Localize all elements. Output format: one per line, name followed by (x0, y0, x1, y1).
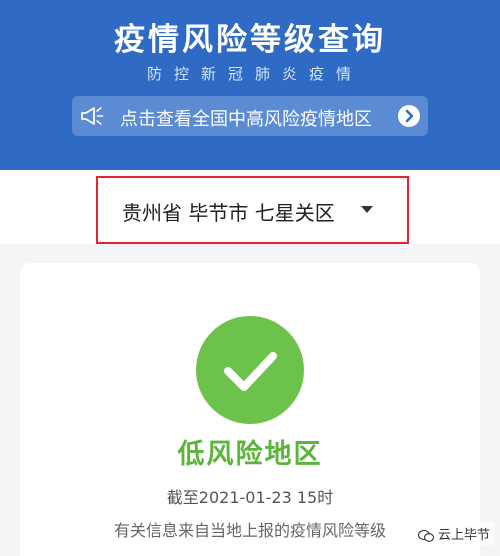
wechat-icon (417, 529, 434, 542)
watermark: 云上毕节 (413, 522, 494, 545)
risk-level-label: 低风险地区 (177, 439, 323, 470)
check-icon (196, 316, 304, 424)
high-risk-areas-link[interactable]: 点击查看全国中高风险疫情地区 (72, 96, 428, 136)
chevron-right-icon (398, 105, 420, 127)
page-title: 疫情风险等级查询 (114, 22, 386, 58)
as-of-timestamp: 截至2021-01-23 15时 (166, 488, 334, 507)
header-banner: 疫情风险等级查询 防控新冠肺炎疫情 点击查看全国中高风险疫情地区 (0, 0, 500, 170)
risk-query-page: 疫情风险等级查询 防控新冠肺炎疫情 点击查看全国中高风险疫情地区 贵州省 毕节市… (0, 0, 500, 556)
region-label: 贵州省 毕节市 七星关区 (122, 201, 335, 225)
megaphone-icon (81, 107, 104, 125)
caret-down-icon (361, 206, 373, 213)
region-selector[interactable]: 贵州省 毕节市 七星关区 (96, 176, 409, 244)
high-risk-areas-label: 点击查看全国中高风险疫情地区 (120, 109, 372, 130)
watermark-label: 云上毕节 (437, 528, 490, 543)
page-subtitle: 防控新冠肺炎疫情 (146, 65, 363, 83)
